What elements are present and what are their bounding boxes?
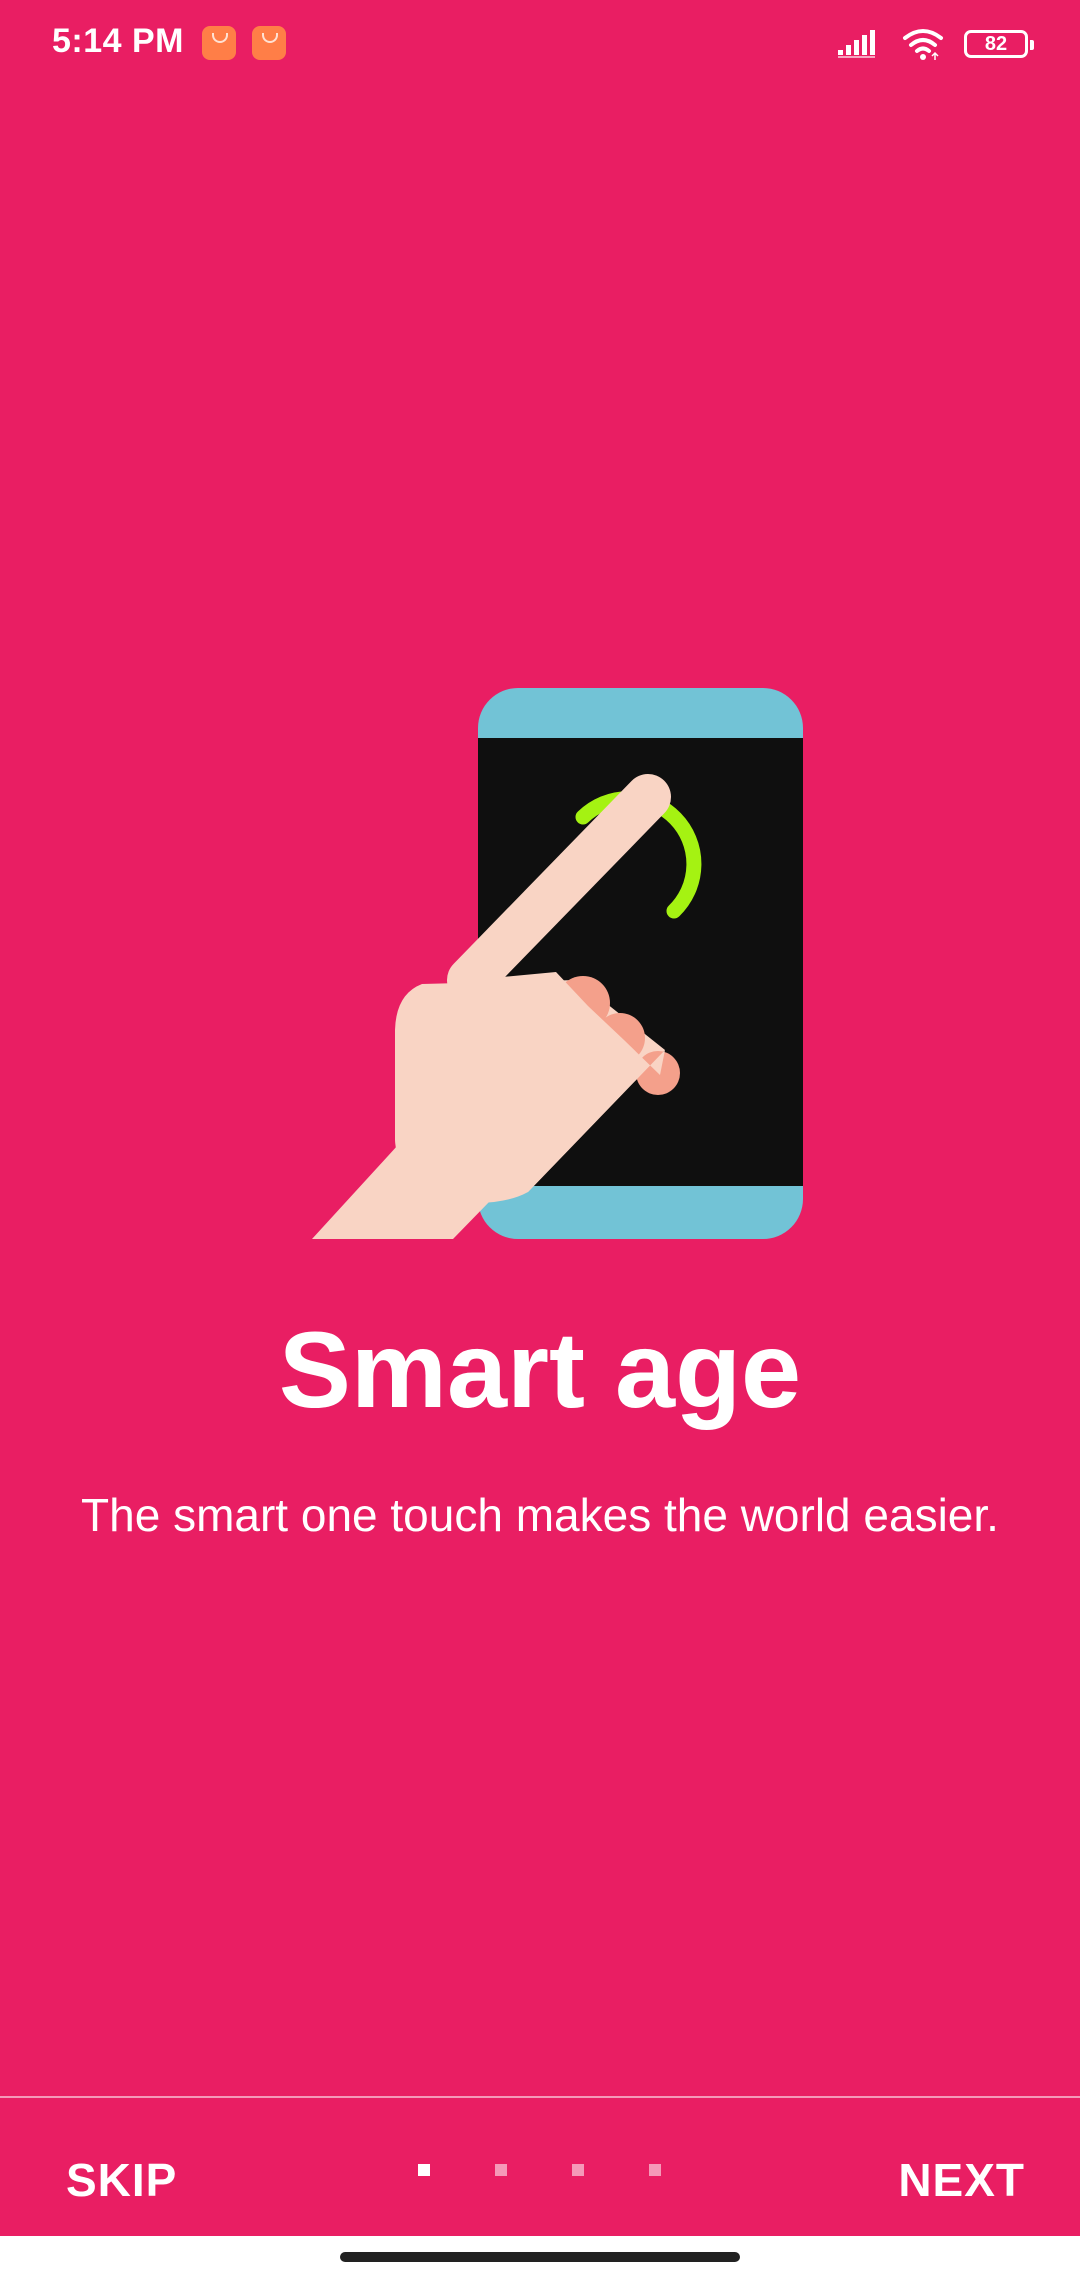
phone-touch-illustration <box>270 688 803 1239</box>
battery-level: 82 <box>984 33 1008 55</box>
cellular-signal-icon <box>838 30 875 58</box>
skip-button[interactable]: SKIP <box>66 2140 177 2220</box>
battery-icon: 82 <box>964 30 1034 58</box>
page-dot-active <box>418 2164 430 2176</box>
page-dot <box>495 2164 507 2176</box>
page-dot <box>649 2164 661 2176</box>
onboarding-subtitle: The smart one touch makes the world easi… <box>81 1489 999 1541</box>
page-dot <box>572 2164 584 2176</box>
status-bar: 5:14 PM 82 <box>0 0 1080 90</box>
shop-app-icon <box>252 26 286 60</box>
page-indicator <box>418 2164 668 2176</box>
status-time: 5:14 PM <box>52 22 184 60</box>
wifi-icon <box>903 29 943 60</box>
home-indicator[interactable] <box>340 2252 740 2262</box>
footer-divider <box>0 2096 1080 2098</box>
system-nav-bar <box>0 2236 1080 2280</box>
shop-app-icon <box>202 26 236 60</box>
next-button[interactable]: NEXT <box>898 2140 1025 2220</box>
status-indicators: 82 <box>838 26 1034 62</box>
onboarding-title: Smart age <box>278 1309 802 1430</box>
